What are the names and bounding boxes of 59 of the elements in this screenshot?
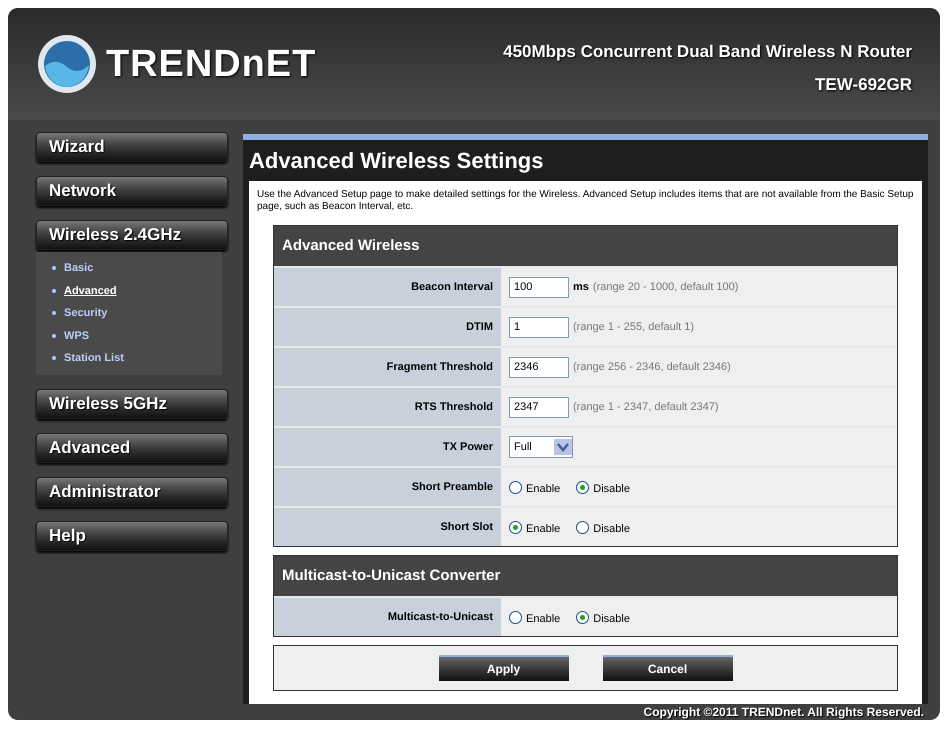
bullet-icon <box>52 288 56 293</box>
field-label: DTIM <box>274 308 501 346</box>
nav-button[interactable]: Wireless 2.4GHz <box>36 220 228 250</box>
range-hint: (range 20 - 1000, default 100) <box>592 280 738 295</box>
radio-label: Disable <box>593 522 630 537</box>
range-hint: (range 1 - 2347, default 2347) <box>573 400 719 415</box>
field-label: Beacon Interval <box>274 268 501 306</box>
submenu-link[interactable]: Station List <box>64 350 124 366</box>
radio-button[interactable] <box>509 610 522 624</box>
nav-button[interactable]: Network <box>36 176 228 206</box>
section-header: Advanced Wireless <box>274 226 897 266</box>
bullet-icon <box>52 356 56 360</box>
submenu-link[interactable]: Advanced <box>64 282 117 299</box>
field-label: TX Power <box>274 428 501 466</box>
range-hint: (range 256 - 2346, default 2346) <box>573 360 731 375</box>
radio-label: Disable <box>593 612 630 627</box>
field-label: Short Slot <box>274 508 501 546</box>
radio-label: Disable <box>593 482 630 497</box>
page-description: Use the Advanced Setup page to make detailed settings for the Wireless. Advanced Setup includes items that are not available from the Basic Setup page, such as Beacon Interval, etc. <box>257 189 914 213</box>
submenu-link[interactable]: Basic <box>64 260 94 276</box>
text-input[interactable]: 100 <box>509 276 569 298</box>
unit-label: ms <box>573 280 589 295</box>
radio-label: Enable <box>526 612 560 627</box>
field-label: Multicast-to-Unicast <box>274 598 501 636</box>
radio-label: Enable <box>526 482 560 497</box>
field-label: Short Preamble <box>274 468 501 506</box>
nav-button[interactable]: Help <box>36 520 228 550</box>
nav-button[interactable]: Wireless 5GHz <box>36 388 228 418</box>
chevron-down-icon <box>554 439 572 455</box>
dropdown[interactable]: Full <box>509 436 573 458</box>
bullet-icon <box>52 266 56 270</box>
submenu-link[interactable]: WPS <box>64 328 90 344</box>
field-label: RTS Threshold <box>274 388 501 426</box>
text-input[interactable]: 2346 <box>509 356 569 378</box>
bullet-icon <box>52 311 56 316</box>
radio-button[interactable] <box>509 480 522 494</box>
text-input[interactable]: 2347 <box>509 396 569 418</box>
model-name: TEW-692GR <box>815 74 912 96</box>
text-input[interactable]: 1 <box>509 316 569 338</box>
range-hint: (range 1 - 255, default 1) <box>573 320 694 335</box>
nav-button[interactable]: Advanced <box>36 432 228 462</box>
submenu-link[interactable]: Security <box>64 305 108 322</box>
radio-button[interactable] <box>509 520 522 534</box>
nav-button[interactable]: Wizard <box>36 132 228 162</box>
product-name: 450Mbps Concurrent Dual Band Wireless N Router <box>503 40 912 62</box>
field-label: Fragment Threshold <box>274 348 501 386</box>
bullet-icon <box>52 334 56 338</box>
radio-button[interactable] <box>576 610 590 624</box>
radio-button[interactable] <box>576 520 590 534</box>
logo-icon <box>36 33 98 95</box>
radio-button[interactable] <box>576 480 590 494</box>
action-button[interactable]: Apply <box>438 655 568 681</box>
section-header: Multicast-to-Unicast Converter <box>274 556 897 596</box>
action-button[interactable]: Cancel <box>602 655 732 681</box>
nav-button[interactable]: Administrator <box>36 476 228 506</box>
logo-text: TRENDnET <box>106 42 316 86</box>
radio-label: Enable <box>526 522 560 537</box>
page-title: Advanced Wireless Settings <box>248 147 544 175</box>
copyright-text: Copyright ©2011 TRENDnet. All Rights Reserved. <box>642 704 925 720</box>
